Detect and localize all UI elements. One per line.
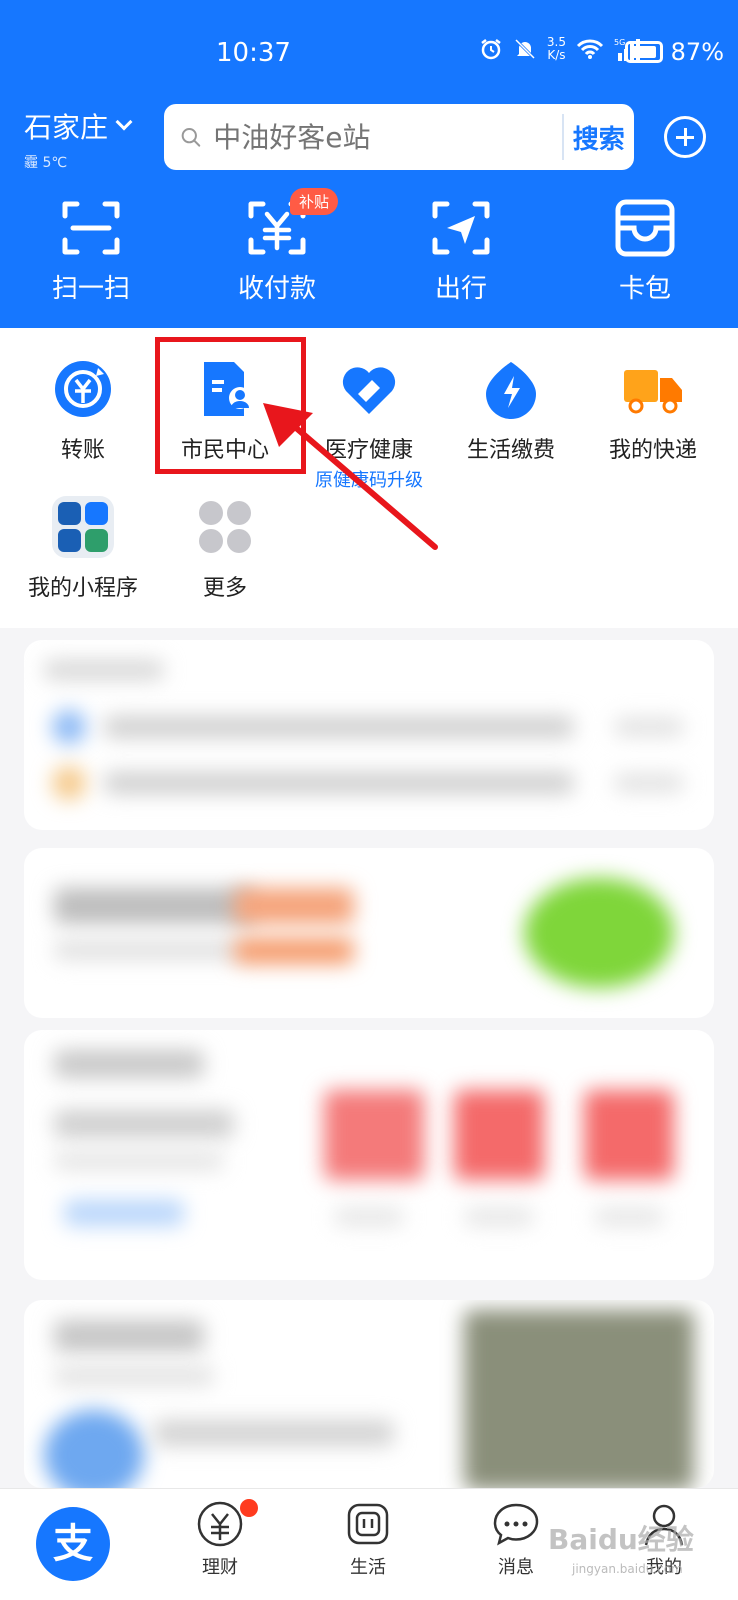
tab-home[interactable]: 支 xyxy=(36,1507,110,1581)
tab-wealth[interactable]: 理财 xyxy=(160,1499,280,1579)
service-bill-payment[interactable]: 生活缴费 xyxy=(436,358,586,464)
city-selector[interactable]: 石家庄 霾 5℃ xyxy=(24,106,133,172)
feed-card-notifications[interactable] xyxy=(24,640,714,830)
delivery-truck-icon xyxy=(624,370,682,414)
alarm-icon xyxy=(481,39,501,60)
tab-life-label: 生活 xyxy=(350,1557,386,1578)
add-icon[interactable] xyxy=(664,116,706,158)
wallet-icon xyxy=(615,199,675,257)
notification-dot xyxy=(240,1499,258,1517)
quick-wallet-label: 卡包 xyxy=(618,274,671,304)
travel-icon xyxy=(432,201,490,255)
quick-travel-label: 出行 xyxy=(434,274,487,304)
status-bar: 10:37 3.5 K/s 5G 87% xyxy=(0,30,738,78)
annotation-arrow-icon xyxy=(263,403,438,550)
tab-wealth-label: 理财 xyxy=(202,1557,238,1578)
service-delivery[interactable]: 我的快递 xyxy=(578,358,728,464)
feed-card-coupons[interactable] xyxy=(24,1030,714,1280)
quick-scan[interactable]: 扫一扫 xyxy=(26,196,156,305)
feed-card-content[interactable] xyxy=(24,1300,714,1488)
net-speed-unit: K/s xyxy=(547,48,566,62)
battery-percent: 87% xyxy=(670,38,724,66)
more-grid-icon xyxy=(199,501,251,553)
status-icons: 3.5 K/s 5G xyxy=(479,36,644,62)
search-box[interactable]: 搜索 xyxy=(164,104,634,170)
battery: 87% xyxy=(624,38,724,66)
bill-payment-icon xyxy=(486,362,536,419)
mute-bell-icon xyxy=(514,38,535,60)
svg-text:5G: 5G xyxy=(614,38,625,47)
wifi-icon xyxy=(576,39,604,59)
watermark: Baidu经验 xyxy=(548,1523,694,1556)
chevron-down-icon xyxy=(115,113,133,131)
quick-wallet[interactable]: 卡包 xyxy=(580,196,710,305)
tab-life[interactable]: 生活 xyxy=(308,1499,428,1579)
city-name: 石家庄 xyxy=(24,111,109,144)
scan-icon xyxy=(62,201,120,255)
status-time: 10:37 xyxy=(216,38,291,68)
net-speed: 3.5 K/s xyxy=(547,36,566,62)
message-bubble-icon xyxy=(493,1503,539,1546)
quick-actions: 扫一扫 补贴 收付款 出行 卡包 xyxy=(0,188,738,306)
service-transfer-label: 转账 xyxy=(60,438,105,463)
watermark-url: jingyan.baidu.com xyxy=(572,1562,683,1576)
wealth-yen-icon xyxy=(197,1501,243,1547)
quick-travel[interactable]: 出行 xyxy=(396,196,526,305)
service-mini-programs[interactable]: 我的小程序 xyxy=(8,496,158,602)
battery-icon xyxy=(624,41,663,63)
transfer-icon xyxy=(55,361,111,417)
feed-card-promo[interactable] xyxy=(24,848,714,1018)
quick-payment-label: 收付款 xyxy=(237,274,316,304)
mini-programs-icon xyxy=(52,496,114,558)
service-more-label: 更多 xyxy=(202,576,247,601)
life-icon xyxy=(347,1503,389,1545)
search-input[interactable] xyxy=(201,120,563,154)
quick-scan-label: 扫一扫 xyxy=(51,274,130,304)
quick-payment[interactable]: 补贴 收付款 xyxy=(212,188,342,305)
service-delivery-label: 我的快递 xyxy=(608,438,697,463)
service-mini-programs-label: 我的小程序 xyxy=(27,576,138,601)
search-button[interactable]: 搜索 xyxy=(564,119,634,156)
search-icon xyxy=(181,128,201,147)
weather: 霾 5℃ xyxy=(24,155,68,171)
service-transfer[interactable]: 转账 xyxy=(8,358,158,464)
header: 10:37 3.5 K/s 5G 87% 石家庄 霾 5℃ 搜索 扫一扫 xyxy=(0,0,738,328)
service-bill-payment-label: 生活缴费 xyxy=(466,438,555,463)
subsidy-badge: 补贴 xyxy=(290,188,339,215)
